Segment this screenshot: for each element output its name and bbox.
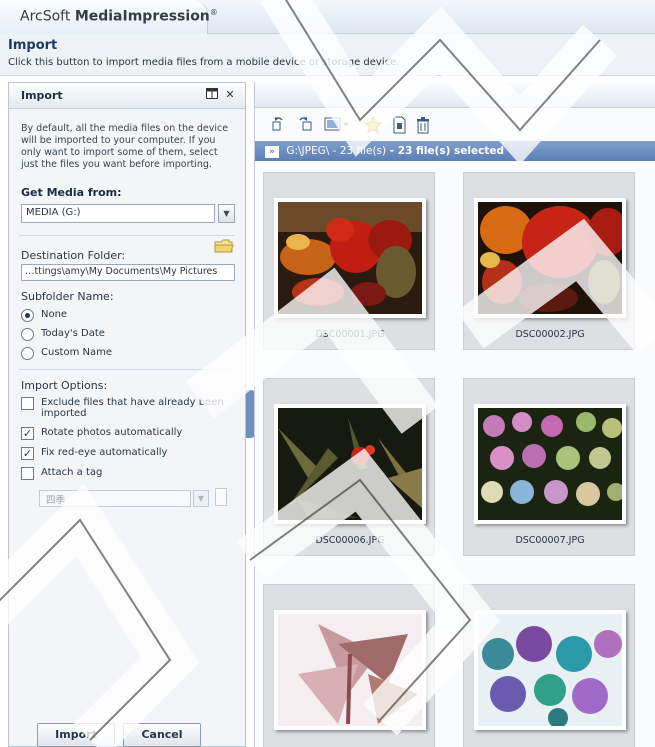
chevron-down-icon[interactable]: ▼: [218, 204, 235, 223]
checkbox[interactable]: [21, 467, 34, 480]
checkbox-label-line1: Exclude files that have already been: [41, 397, 224, 408]
destination-field[interactable]: …ttings\amy\My Documents\My Pictures: [21, 264, 235, 281]
subfolder-label: Subfolder Name:: [21, 290, 114, 303]
thumbnail-tile[interactable]: DSC00001.JPG: [263, 172, 435, 350]
checkbox-label: Fix red-eye automatically: [41, 447, 168, 458]
radio-button[interactable]: [21, 328, 34, 341]
panel-description: By default, all the media files on the d…: [21, 123, 229, 170]
document-icon[interactable]: [215, 488, 227, 506]
view-mode-icon[interactable]: [323, 116, 351, 136]
radio-label: Custom Name: [41, 347, 112, 358]
thumbnail-frame: [274, 404, 426, 524]
page-header: Import Click this button to import media…: [0, 34, 655, 76]
import-options-label: Import Options:: [21, 379, 108, 392]
thumbnail-frame: [474, 198, 626, 318]
thumbnail-filename: DSC00002.JPG: [515, 329, 585, 340]
thumbnail-tile[interactable]: DSC00007.JPG: [463, 378, 635, 556]
photo-thumbnail: [278, 408, 422, 520]
panel-title: Import: [21, 89, 63, 102]
thumbnail-frame: [274, 198, 426, 318]
divider: [19, 235, 235, 236]
thumbnail-tile[interactable]: [263, 584, 435, 747]
checkbox[interactable]: ✓: [21, 427, 34, 440]
browser-header: [255, 82, 655, 108]
app-title-mark: ®: [209, 8, 218, 17]
star-icon[interactable]: [363, 115, 383, 136]
page-description: Click this button to import media files …: [8, 57, 400, 68]
dock-icon[interactable]: [205, 88, 219, 102]
thumbnail-filename: DSC00006.JPG: [315, 535, 385, 546]
checkbox-label-line2: imported: [41, 408, 87, 419]
destination-label: Destination Folder:: [21, 249, 126, 262]
thumbnail-filename: DSC00007.JPG: [515, 535, 585, 546]
title-bar: ArcSoft MediaImpression®: [0, 0, 655, 34]
radio-button[interactable]: [21, 309, 34, 322]
thumbnail-tile[interactable]: [463, 584, 635, 747]
thumbnail-frame: [474, 610, 626, 730]
app-title-prefix: ArcSoft: [20, 8, 71, 25]
expand-icon[interactable]: »: [265, 146, 279, 158]
tag-document-icon[interactable]: [389, 116, 409, 136]
checkbox[interactable]: ✓: [21, 447, 34, 460]
path-bar: » G:\JPEG\ - 23 file(s) - 23 file(s) sel…: [255, 141, 655, 161]
photo-thumbnail: [478, 614, 622, 726]
radio-label: None: [41, 309, 68, 320]
rotate-right-icon[interactable]: [295, 116, 315, 136]
checkbox-label: Exclude files that have already been imp…: [41, 397, 224, 419]
divider: [19, 369, 235, 370]
photo-thumbnail: [278, 202, 422, 314]
app-title: ArcSoft MediaImpression®: [20, 8, 218, 25]
import-panel: Import ✕ By default, all the media files…: [8, 82, 246, 747]
app-title-name: MediaImpression: [74, 8, 210, 25]
rotate-left-icon[interactable]: [269, 116, 289, 136]
photo-thumbnail: [278, 614, 422, 726]
browser-toolbar: [255, 112, 655, 140]
checkbox-label: Rotate photos automatically: [41, 427, 183, 438]
folder-icon[interactable]: [214, 239, 234, 253]
selection-count: - 23 file(s) selected: [386, 145, 505, 157]
panel-header: Import ✕: [9, 83, 245, 109]
media-browser: » G:\JPEG\ - 23 file(s) - 23 file(s) sel…: [254, 82, 655, 747]
radio-button[interactable]: [21, 347, 34, 360]
photo-thumbnail: [478, 202, 622, 314]
thumbnail-frame: [274, 610, 426, 730]
tag-input[interactable]: 四季: [39, 490, 191, 507]
close-icon[interactable]: ✕: [223, 88, 237, 102]
thumbnail-grid: DSC00001.JPG DSC00002.JPG DSC00006.JPG D…: [263, 172, 653, 747]
folder-path: G:\JPEG\ - 23 file(s): [286, 145, 387, 157]
thumbnail-frame: [474, 404, 626, 524]
import-button[interactable]: Import: [37, 723, 115, 747]
photo-thumbnail: [478, 408, 622, 520]
cancel-button[interactable]: Cancel: [123, 723, 201, 747]
checkbox[interactable]: [21, 397, 34, 410]
thumbnail-filename: DSC00001.JPG: [315, 329, 385, 340]
source-select[interactable]: MEDIA (G:): [21, 204, 215, 223]
get-media-label: Get Media from:: [21, 186, 122, 199]
thumbnail-tile[interactable]: DSC00002.JPG: [463, 172, 635, 350]
page-title: Import: [8, 38, 58, 53]
radio-label: Today's Date: [41, 328, 105, 339]
checkbox-label: Attach a tag: [41, 467, 103, 478]
thumbnail-tile[interactable]: DSC00006.JPG: [263, 378, 435, 556]
trash-icon[interactable]: [413, 116, 433, 136]
chevron-down-icon[interactable]: ▼: [193, 490, 209, 507]
